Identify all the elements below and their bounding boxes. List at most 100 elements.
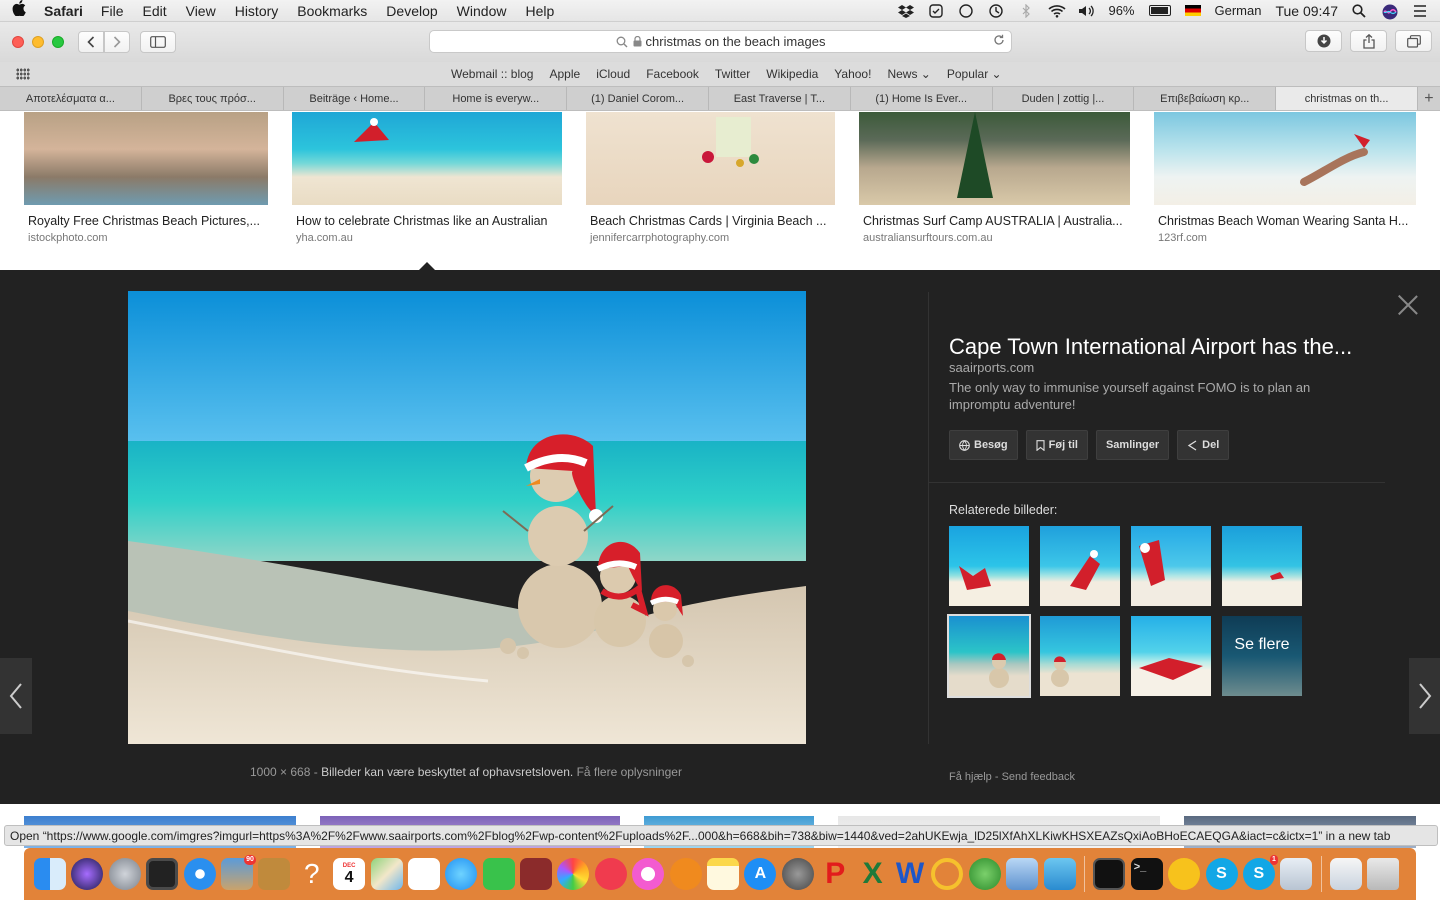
bookmark-wikipedia[interactable]: Wikipedia [766, 67, 818, 81]
globe-app-icon[interactable] [968, 858, 1001, 890]
check-badge-icon[interactable] [928, 3, 944, 18]
result-thumbnail[interactable] [859, 112, 1130, 205]
result-card[interactable]: Christmas Beach Woman Wearing Santa H...… [1154, 112, 1416, 244]
spotlight-search-icon[interactable] [1352, 3, 1368, 18]
result-card[interactable]: Beach Christmas Cards | Virginia Beach .… [586, 112, 835, 244]
tab-2[interactable]: Βρες τους πρόσ... [142, 87, 284, 110]
related-thumbnail[interactable] [949, 526, 1029, 606]
bookmark-icloud[interactable]: iCloud [596, 67, 630, 81]
mission-control-icon[interactable] [146, 858, 179, 890]
activity-monitor-icon[interactable] [1093, 858, 1126, 890]
books-icon[interactable] [669, 858, 702, 890]
bookmark-apple[interactable]: Apple [549, 67, 580, 81]
result-card[interactable]: How to celebrate Christmas like an Austr… [292, 112, 562, 244]
menu-edit[interactable]: Edit [142, 3, 166, 19]
back-button[interactable] [78, 31, 104, 53]
maps-icon[interactable] [370, 858, 403, 890]
tab-active[interactable]: christmas on th... [1276, 87, 1418, 110]
visit-button[interactable]: Besøg [949, 430, 1018, 460]
siri-app-icon[interactable] [71, 858, 104, 890]
bookmark-folder-popular[interactable]: Popular ⌄ [947, 67, 1002, 81]
bookmark-yahoo[interactable]: Yahoo! [834, 67, 871, 81]
app-store-icon[interactable]: A [744, 858, 777, 890]
skype-business-icon[interactable]: S 1 [1242, 855, 1278, 890]
downloads-stack-icon[interactable] [1330, 858, 1363, 890]
result-title[interactable]: Royalty Free Christmas Beach Pictures,..… [24, 214, 268, 228]
new-tab-button[interactable]: + [1418, 87, 1440, 110]
battery-icon[interactable] [1148, 5, 1171, 16]
photos-icon[interactable] [557, 858, 590, 890]
wifi-icon[interactable] [1048, 4, 1067, 18]
menu-help[interactable]: Help [525, 3, 554, 19]
share-button[interactable]: Del [1177, 430, 1230, 460]
related-thumbnail-selected[interactable] [947, 614, 1031, 698]
menu-app-name[interactable]: Safari [44, 3, 83, 19]
result-thumbnail[interactable] [586, 112, 835, 205]
bluetooth-icon[interactable] [1018, 3, 1034, 18]
tab-5[interactable]: (1) Daniel Corom... [567, 87, 709, 110]
siri-icon[interactable] [1382, 4, 1398, 19]
help-app-icon[interactable]: ? [296, 858, 328, 890]
result-thumbnail[interactable] [292, 112, 562, 205]
result-title[interactable]: Christmas Surf Camp AUSTRALIA | Australi… [859, 214, 1130, 228]
facetime-icon[interactable] [482, 858, 515, 890]
see-more-button[interactable]: Se flere [1222, 616, 1302, 696]
tab-7[interactable]: (1) Home Is Ever... [851, 87, 993, 110]
german-flag-icon[interactable] [1184, 5, 1201, 16]
related-thumbnail[interactable] [1040, 616, 1120, 696]
skype-icon[interactable]: S [1205, 858, 1238, 890]
zoom-window-button[interactable] [52, 36, 64, 48]
ring-app-icon[interactable] [931, 858, 964, 890]
tab-1[interactable]: Αποτελέσματα α... [0, 87, 142, 110]
forward-button[interactable] [104, 31, 130, 53]
result-title[interactable]: Christmas Beach Woman Wearing Santa H... [1154, 214, 1416, 228]
notes-icon[interactable] [707, 858, 740, 890]
tab-6[interactable]: East Traverse | T... [709, 87, 851, 110]
input-language[interactable]: German [1215, 3, 1262, 18]
battery-percent[interactable]: 96% [1108, 3, 1134, 18]
excel-icon[interactable]: X [857, 857, 889, 890]
tab-9[interactable]: Επιβεβαίωση κρ... [1134, 87, 1277, 110]
menubar-clock[interactable]: Tue 09:47 [1275, 3, 1338, 19]
folders-app-icon[interactable] [1043, 858, 1076, 890]
preview-image[interactable] [128, 291, 806, 744]
tab-8[interactable]: Duden | zottig |... [993, 87, 1135, 110]
terminal-icon[interactable]: >_ [1130, 858, 1163, 890]
music-icon[interactable] [632, 858, 665, 890]
save-button[interactable]: Føj til [1025, 430, 1088, 460]
time-machine-icon[interactable] [988, 3, 1004, 18]
shield-outline-icon[interactable] [958, 3, 974, 18]
tab-3[interactable]: Beiträge ‹ Home... [284, 87, 426, 110]
preview-source[interactable]: saairports.com [949, 360, 1034, 375]
minimize-window-button[interactable] [32, 36, 44, 48]
system-preferences-icon[interactable] [781, 858, 814, 890]
calendar-icon[interactable]: DEC 4 [333, 858, 366, 890]
p-app-icon[interactable]: P [819, 857, 851, 890]
volume-icon[interactable] [1078, 4, 1095, 18]
tab-4[interactable]: Home is everyw... [425, 87, 568, 110]
messages-icon[interactable] [445, 858, 478, 890]
collections-button[interactable]: Samlinger [1095, 430, 1170, 460]
menu-file[interactable]: File [101, 3, 124, 19]
more-info-link[interactable]: Få flere oplysninger [577, 765, 682, 779]
notification-center-icon[interactable] [1412, 4, 1428, 18]
share-button[interactable] [1350, 30, 1387, 52]
sidebar-toggle-button[interactable] [140, 31, 176, 53]
previous-image-button[interactable] [0, 658, 32, 734]
result-title[interactable]: Beach Christmas Cards | Virginia Beach .… [586, 214, 835, 228]
mail-draft-icon[interactable] [1280, 858, 1313, 890]
related-thumbnail[interactable] [1040, 526, 1120, 606]
downloads-button[interactable] [1305, 30, 1342, 52]
related-thumbnail[interactable] [1131, 616, 1211, 696]
top-sites-grid-icon[interactable] [16, 68, 30, 80]
menu-view[interactable]: View [186, 3, 216, 19]
bookmark-folder-news[interactable]: News ⌄ [887, 67, 930, 81]
bookmark-twitter[interactable]: Twitter [715, 67, 750, 81]
preview-title[interactable]: Cape Town International Airport has the.… [949, 334, 1352, 360]
feedback-link[interactable]: Send feedback [1002, 771, 1075, 783]
help-link[interactable]: Få hjælp [949, 771, 992, 783]
bookmark-webmail[interactable]: Webmail :: blog [451, 67, 533, 81]
menu-bookmarks[interactable]: Bookmarks [297, 3, 367, 19]
result-thumbnail[interactable] [24, 112, 268, 205]
close-window-button[interactable] [12, 36, 24, 48]
